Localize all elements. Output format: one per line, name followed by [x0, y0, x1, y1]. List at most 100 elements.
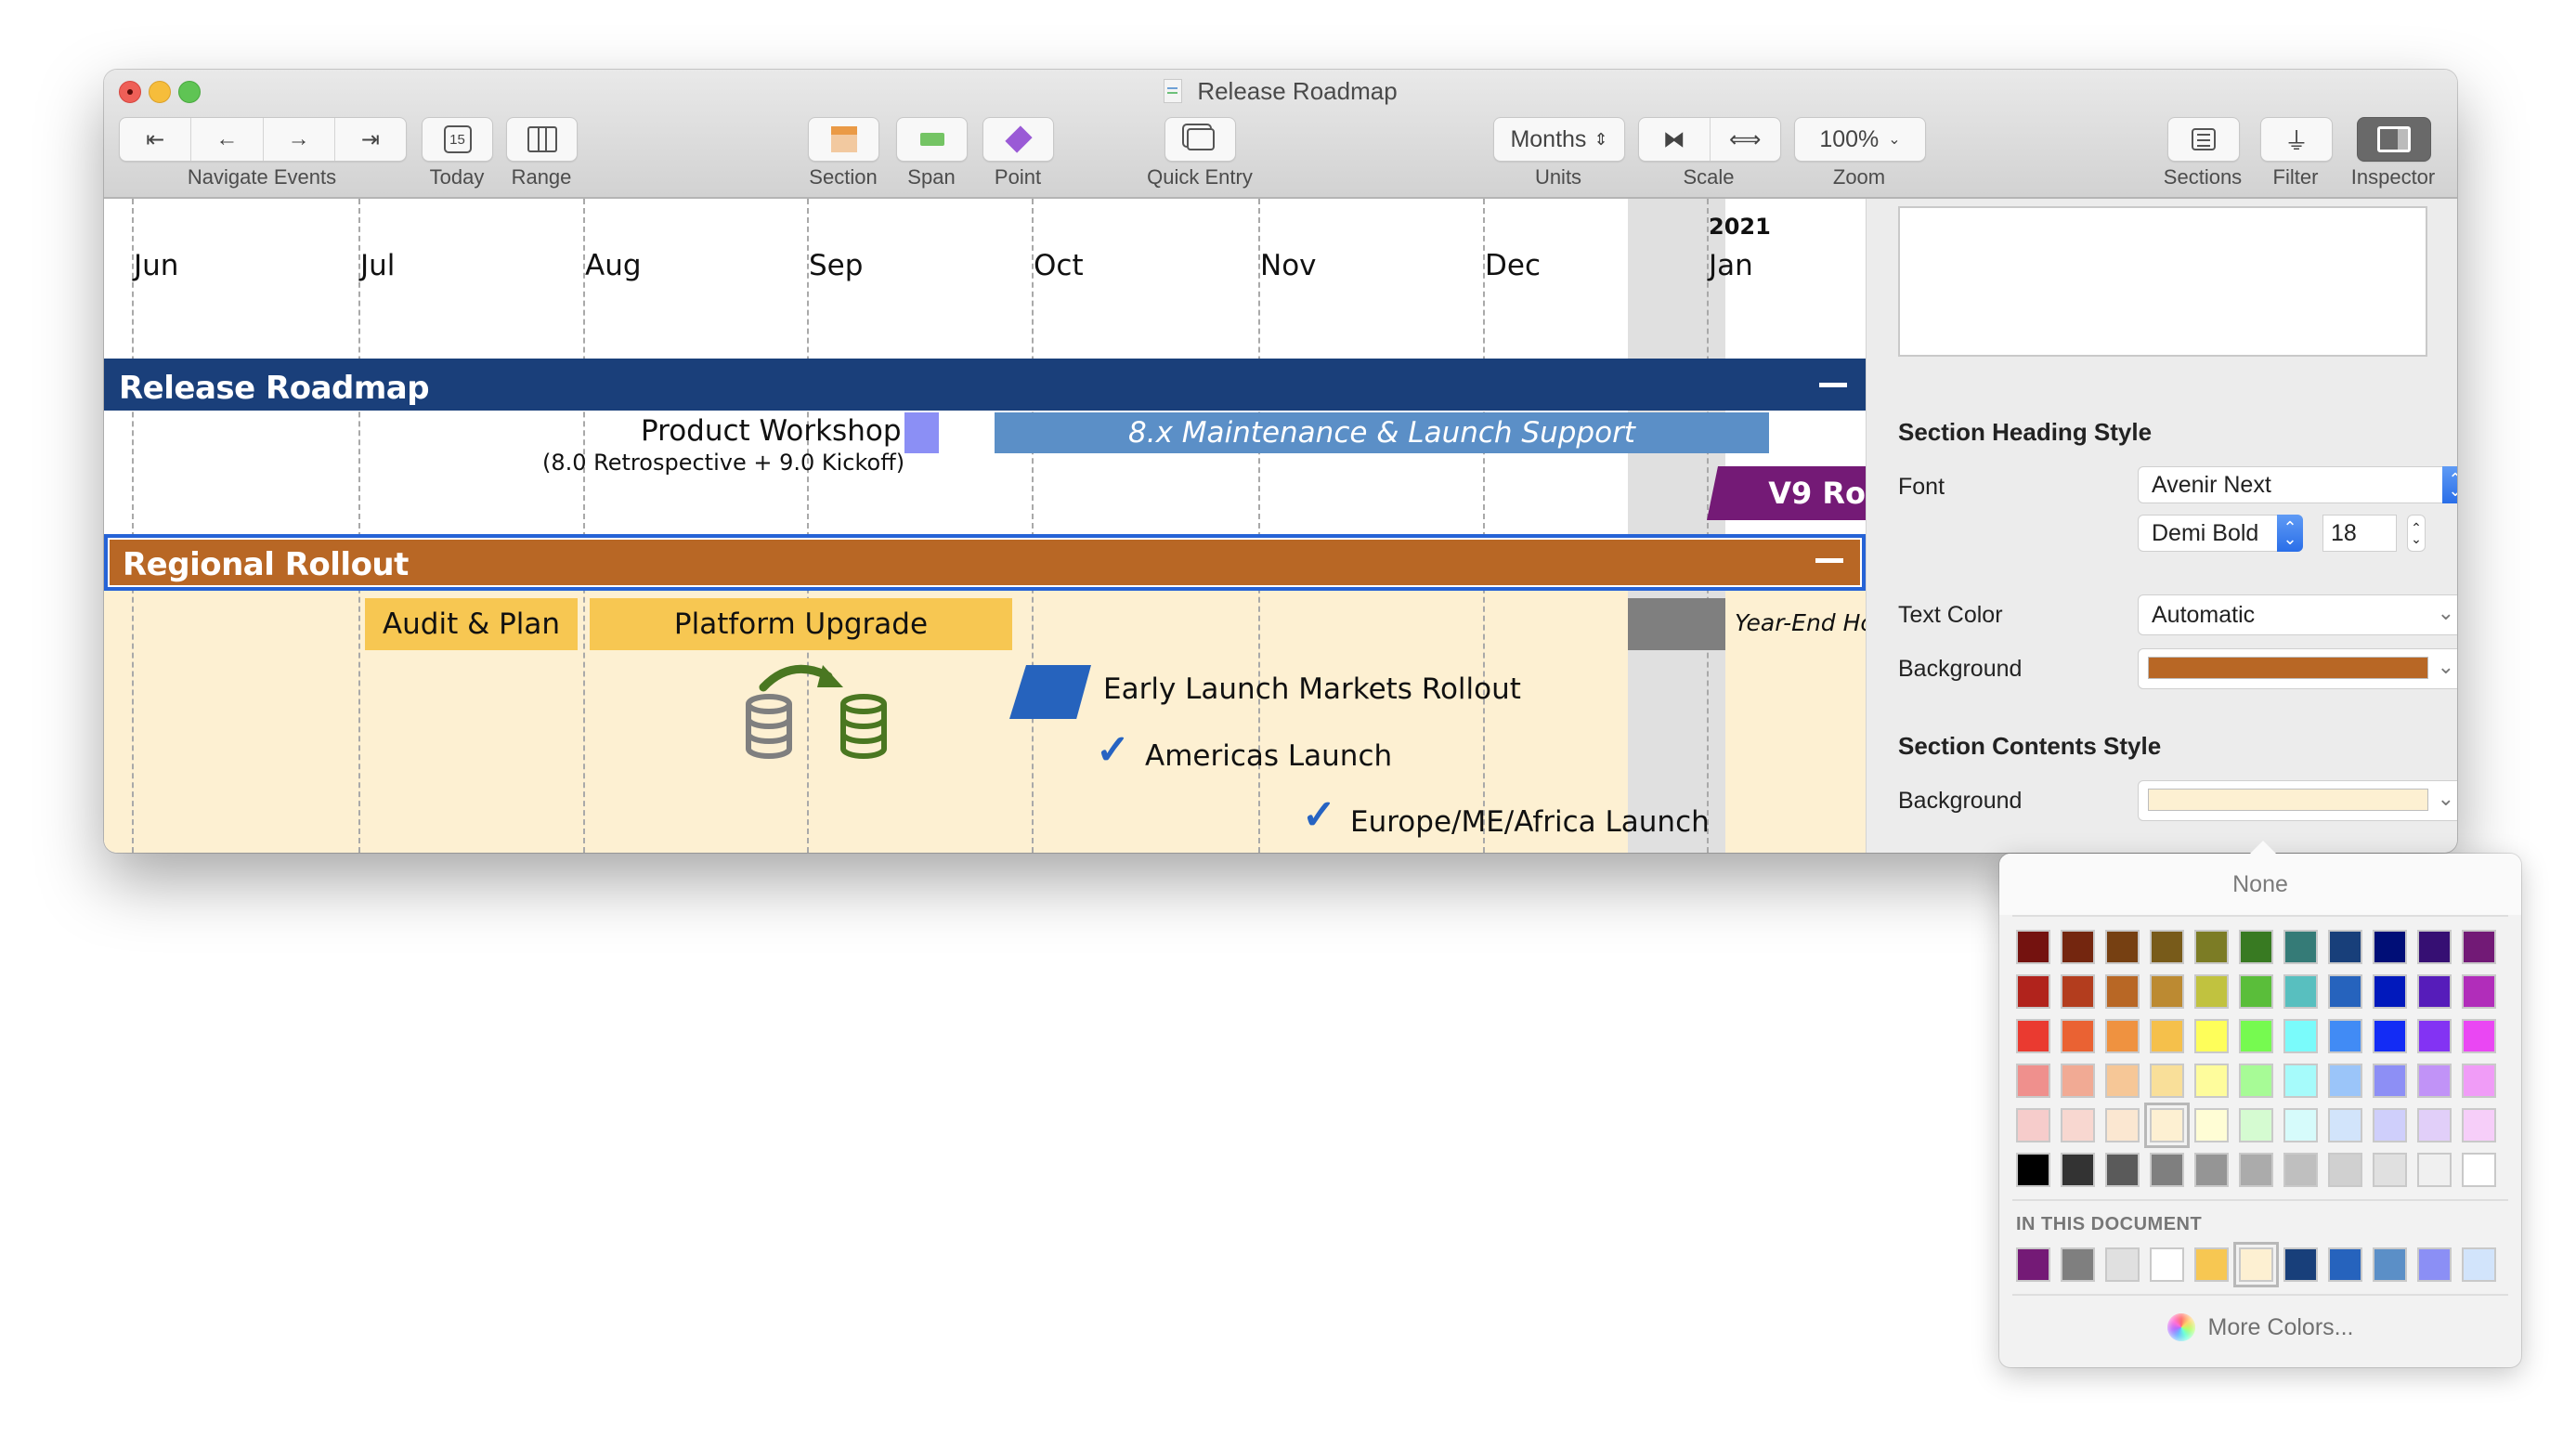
color-swatch[interactable]	[2462, 930, 2496, 964]
document-color-swatch[interactable]	[2233, 1242, 2279, 1287]
color-swatch[interactable]	[2283, 1064, 2318, 1098]
timeline-canvas[interactable]: 2021 Jun Jul Aug Sep Oct Nov Dec Jan Rel…	[104, 199, 1866, 853]
document-color-swatch[interactable]	[2194, 1247, 2229, 1282]
color-swatch[interactable]	[2061, 1019, 2095, 1053]
color-swatch[interactable]	[2016, 1108, 2050, 1142]
color-swatch[interactable]	[2194, 1019, 2229, 1053]
first-event-button[interactable]: ⇤	[120, 118, 192, 161]
contents-background-color-well[interactable]: ⌄	[2138, 780, 2457, 821]
color-swatch[interactable]	[2105, 1108, 2140, 1142]
range-button[interactable]	[506, 117, 578, 162]
document-color-swatch[interactable]	[2462, 1247, 2496, 1282]
product-workshop-span[interactable]	[904, 412, 939, 453]
no-color-option[interactable]: None	[1999, 854, 2521, 915]
filter-button[interactable]: ⏚	[2260, 117, 2333, 162]
color-swatch[interactable]	[2150, 974, 2184, 1009]
section-header-regional-rollout[interactable]: Regional Rollout	[104, 534, 1866, 591]
color-swatch[interactable]	[2105, 974, 2140, 1009]
document-color-swatch[interactable]	[2373, 1247, 2407, 1282]
previous-event-button[interactable]: ←	[191, 118, 264, 161]
inspector-button[interactable]	[2357, 117, 2431, 162]
color-swatch[interactable]	[2239, 1019, 2273, 1053]
color-swatch[interactable]	[2016, 1019, 2050, 1053]
add-section-button[interactable]	[808, 117, 879, 162]
scale-compress-button[interactable]: ⧓	[1639, 118, 1711, 161]
color-swatch[interactable]	[2283, 1019, 2318, 1053]
document-color-swatch[interactable]	[2328, 1247, 2362, 1282]
color-swatch[interactable]	[2194, 1153, 2229, 1187]
add-span-button[interactable]	[896, 117, 968, 162]
document-color-swatch[interactable]	[2061, 1247, 2095, 1282]
color-swatch[interactable]	[2144, 1103, 2190, 1148]
color-swatch[interactable]	[2016, 974, 2050, 1009]
document-color-swatch[interactable]	[2417, 1247, 2452, 1282]
color-swatch[interactable]	[2150, 1153, 2184, 1187]
font-size-stepper[interactable]: ⌃ ⌄	[2407, 515, 2426, 552]
color-swatch[interactable]	[2328, 1153, 2362, 1187]
today-button[interactable]: 15	[422, 117, 493, 162]
color-swatch[interactable]	[2373, 1019, 2407, 1053]
color-swatch[interactable]	[2061, 930, 2095, 964]
color-swatch[interactable]	[2417, 974, 2452, 1009]
color-swatch[interactable]	[2283, 1108, 2318, 1142]
color-swatch[interactable]	[2328, 1019, 2362, 1053]
color-swatch[interactable]	[2462, 1153, 2496, 1187]
color-swatch[interactable]	[2373, 930, 2407, 964]
color-swatch[interactable]	[2239, 1153, 2273, 1187]
color-swatch[interactable]	[2462, 1108, 2496, 1142]
color-swatch[interactable]	[2150, 1064, 2184, 1098]
color-swatch[interactable]	[2283, 974, 2318, 1009]
color-swatch[interactable]	[2417, 1108, 2452, 1142]
color-swatch[interactable]	[2373, 1064, 2407, 1098]
color-swatch[interactable]	[2194, 974, 2229, 1009]
color-swatch[interactable]	[2061, 1153, 2095, 1187]
color-swatch[interactable]	[2417, 930, 2452, 964]
zoom-popup[interactable]: 100% ⌄	[1794, 117, 1926, 162]
color-swatch[interactable]	[2462, 1019, 2496, 1053]
color-swatch[interactable]	[2194, 1108, 2229, 1142]
color-swatch[interactable]	[2016, 930, 2050, 964]
maintenance-span[interactable]: 8.x Maintenance & Launch Support	[995, 412, 1769, 453]
font-family-popup[interactable]: Avenir Next ⌃ ⌄	[2138, 466, 2457, 503]
color-swatch[interactable]	[2417, 1019, 2452, 1053]
add-point-button[interactable]	[982, 117, 1054, 162]
font-weight-popup[interactable]: Demi Bold ⌃ ⌄	[2138, 515, 2303, 552]
collapse-icon[interactable]	[1815, 558, 1843, 563]
color-swatch[interactable]	[2328, 930, 2362, 964]
color-swatch[interactable]	[2328, 1064, 2362, 1098]
color-swatch[interactable]	[2239, 1108, 2273, 1142]
color-swatch[interactable]	[2417, 1153, 2452, 1187]
color-swatch[interactable]	[2105, 930, 2140, 964]
color-swatch[interactable]	[2328, 1108, 2362, 1142]
color-swatch[interactable]	[2417, 1064, 2452, 1098]
color-swatch[interactable]	[2328, 974, 2362, 1009]
next-event-button[interactable]: →	[264, 118, 335, 161]
scale-expand-button[interactable]: ⟺	[1711, 118, 1781, 161]
color-swatch[interactable]	[2150, 930, 2184, 964]
text-color-popup[interactable]: Automatic ⌄	[2138, 594, 2457, 635]
document-color-swatch[interactable]	[2105, 1247, 2140, 1282]
color-swatch[interactable]	[2105, 1019, 2140, 1053]
color-swatch[interactable]	[2283, 930, 2318, 964]
color-swatch[interactable]	[2283, 1153, 2318, 1187]
document-color-swatch[interactable]	[2016, 1247, 2050, 1282]
section-header-release-roadmap[interactable]: Release Roadmap	[104, 359, 1866, 411]
collapse-icon[interactable]	[1819, 383, 1847, 387]
color-swatch[interactable]	[2239, 974, 2273, 1009]
v9-span[interactable]: V9 Ro	[1707, 466, 1866, 520]
platform-upgrade-span[interactable]: Platform Upgrade	[590, 598, 1012, 650]
color-swatch[interactable]	[2373, 974, 2407, 1009]
color-swatch[interactable]	[2373, 1108, 2407, 1142]
audit-plan-span[interactable]: Audit & Plan	[365, 598, 578, 650]
color-swatch[interactable]	[2105, 1153, 2140, 1187]
units-popup[interactable]: Months ⇕	[1493, 117, 1625, 162]
color-swatch[interactable]	[2373, 1153, 2407, 1187]
color-swatch[interactable]	[2061, 1108, 2095, 1142]
document-color-swatch[interactable]	[2150, 1247, 2184, 1282]
font-size-field[interactable]: 18	[2322, 515, 2397, 552]
document-color-swatch[interactable]	[2283, 1247, 2318, 1282]
checkmark-icon[interactable]: ✓	[1302, 795, 1336, 836]
color-swatch[interactable]	[2239, 930, 2273, 964]
color-swatch[interactable]	[2462, 1064, 2496, 1098]
checkmark-icon[interactable]: ✓	[1096, 730, 1130, 771]
